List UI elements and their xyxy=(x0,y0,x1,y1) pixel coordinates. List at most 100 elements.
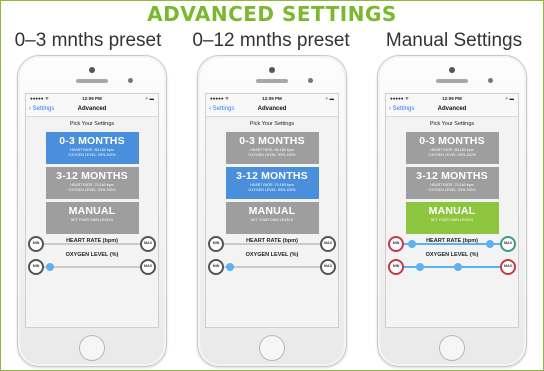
card-title: 3-12 MONTHS xyxy=(236,170,308,182)
page-title: ADVANCED SETTINGS xyxy=(147,2,397,26)
phone-0-3-preset: ●●●●● ᯤ 12:09 PM ⚡ ▬ ‹ Settings Advanced… xyxy=(17,55,167,367)
oxygen-level-slider[interactable]: MIN MAX xyxy=(208,259,336,275)
front-camera xyxy=(89,67,95,73)
oxygen-max-handle[interactable]: MAX xyxy=(320,259,336,275)
card-oxygen-level: OXYGEN LEVEL: 93%-100% xyxy=(248,188,296,193)
oxygen-min-marker[interactable] xyxy=(416,263,424,271)
heart-max-handle[interactable]: MAX xyxy=(320,236,336,252)
oxygen-min-handle[interactable]: MIN xyxy=(208,259,224,275)
home-button[interactable] xyxy=(439,335,465,361)
status-bar: ●●●●● ᯤ 12:09 PM ⚡ ▬ xyxy=(26,94,158,103)
nav-bar: ‹ Settings Advanced xyxy=(386,103,518,117)
card-heart-rate: HEART RATE: 70-160 bpm xyxy=(70,183,114,187)
slider-track xyxy=(220,266,324,268)
nav-bar: ‹ Settings Advanced xyxy=(206,103,338,117)
card-title: 0-3 MONTHS xyxy=(419,135,485,147)
proximity-sensor xyxy=(128,78,133,83)
card-subtitle: SET YOUR OWN LEVELS xyxy=(70,218,114,222)
card-heart-rate: HEART RATE: 80-180 bpm xyxy=(70,148,114,152)
slider-track xyxy=(40,266,144,268)
earpiece-speaker xyxy=(76,79,108,83)
oxygen-level-label: OXYGEN LEVEL (%) xyxy=(65,252,119,258)
status-time: 12:09 PM xyxy=(442,96,462,101)
heart-min-marker[interactable] xyxy=(408,240,416,248)
preset-card-manual[interactable]: MANUAL SET YOUR OWN LEVELS xyxy=(45,202,139,234)
oxygen-max-handle[interactable]: MAX xyxy=(140,259,156,275)
card-title: 3-12 MONTHS xyxy=(56,170,128,182)
heart-min-handle[interactable]: MIN xyxy=(388,236,404,252)
status-time: 12:09 PM xyxy=(262,96,282,101)
card-heart-rate: HEART RATE: 80-180 bpm xyxy=(430,148,474,152)
heart-min-handle[interactable]: MIN xyxy=(208,236,224,252)
card-title: MANUAL xyxy=(428,205,476,217)
status-bar: ●●●●● ᯤ 12:09 PM ⚡ ▬ xyxy=(206,94,338,103)
slider-track xyxy=(40,243,144,245)
nav-bar: ‹ Settings Advanced xyxy=(26,103,158,117)
proximity-sensor xyxy=(488,78,493,83)
status-time: 12:09 PM xyxy=(82,96,102,101)
earpiece-speaker xyxy=(256,79,288,83)
preset-card-manual[interactable]: MANUAL SET YOUR OWN LEVELS xyxy=(405,202,499,234)
phone-screen: ●●●●● ᯤ 12:09 PM ⚡ ▬ ‹ Settings Advanced… xyxy=(385,93,519,328)
card-subtitle: SET YOUR OWN LEVELS xyxy=(250,218,294,222)
preset-card-3-12-months[interactable]: 3-12 MONTHS HEART RATE: 70-160 bpm OXYGE… xyxy=(405,167,499,199)
preset-card-0-3-months[interactable]: 0-3 MONTHS HEART RATE: 80-180 bpm OXYGEN… xyxy=(405,132,499,164)
card-title: 0-3 MONTHS xyxy=(59,135,125,147)
column-label-0-12: 0–12 mnths preset xyxy=(192,30,350,51)
card-oxygen-level: OXYGEN LEVEL: 93%-100% xyxy=(428,153,476,158)
card-title: 3-12 MONTHS xyxy=(416,170,488,182)
preset-card-0-3-months[interactable]: 0-3 MONTHS HEART RATE: 80-180 bpm OXYGEN… xyxy=(225,132,319,164)
preset-card-0-3-months[interactable]: 0-3 MONTHS HEART RATE: 80-180 bpm OXYGEN… xyxy=(45,132,139,164)
pick-settings-label: Pick Your Settings xyxy=(249,121,295,127)
column-label-manual: Manual Settings xyxy=(385,30,523,51)
card-title: MANUAL xyxy=(248,205,296,217)
status-bar: ●●●●● ᯤ 12:09 PM ⚡ ▬ xyxy=(386,94,518,103)
heart-max-handle[interactable]: MAX xyxy=(140,236,156,252)
heart-rate-slider[interactable]: MIN MAX xyxy=(388,236,516,252)
heart-max-handle[interactable]: MAX xyxy=(500,236,516,252)
oxygen-level-slider[interactable]: MIN MAX xyxy=(28,259,156,275)
phone-0-12-preset: ●●●●● ᯤ 12:09 PM ⚡ ▬ ‹ Settings Advanced… xyxy=(197,55,347,367)
preset-card-3-12-months[interactable]: 3-12 MONTHS HEART RATE: 70-160 bpm OXYGE… xyxy=(225,167,319,199)
card-heart-rate: HEART RATE: 70-160 bpm xyxy=(250,183,294,187)
phone-screen: ●●●●● ᯤ 12:09 PM ⚡ ▬ ‹ Settings Advanced… xyxy=(205,93,339,328)
card-oxygen-level: OXYGEN LEVEL: 93%-100% xyxy=(68,188,116,193)
pick-settings-label: Pick Your Settings xyxy=(429,121,475,127)
oxygen-min-handle[interactable]: MIN xyxy=(388,259,404,275)
heart-min-handle[interactable]: MIN xyxy=(28,236,44,252)
column-label-0-3: 0–3 mnths preset xyxy=(14,30,162,51)
nav-title: Advanced xyxy=(257,106,287,112)
heart-rate-slider[interactable]: MIN MAX xyxy=(208,236,336,252)
battery-icon: ⚡ ▬ xyxy=(325,96,334,101)
slider-track xyxy=(220,243,324,245)
card-oxygen-level: OXYGEN LEVEL: 93%-100% xyxy=(428,188,476,193)
preset-card-manual[interactable]: MANUAL SET YOUR OWN LEVELS xyxy=(225,202,319,234)
oxygen-max-handle[interactable]: MAX xyxy=(500,259,516,275)
heart-rate-slider[interactable]: MIN MAX xyxy=(28,236,156,252)
preset-card-3-12-months[interactable]: 3-12 MONTHS HEART RATE: 70-160 bpm OXYGE… xyxy=(45,167,139,199)
card-oxygen-level: OXYGEN LEVEL: 93%-100% xyxy=(68,153,116,158)
card-heart-rate: HEART RATE: 70-160 bpm xyxy=(430,183,474,187)
card-title: 0-3 MONTHS xyxy=(239,135,305,147)
phone-screen: ●●●●● ᯤ 12:09 PM ⚡ ▬ ‹ Settings Advanced… xyxy=(25,93,159,328)
card-heart-rate: HEART RATE: 80-180 bpm xyxy=(250,148,294,152)
front-camera xyxy=(269,67,275,73)
oxygen-max-marker[interactable] xyxy=(454,263,462,271)
nav-title: Advanced xyxy=(77,106,107,112)
phone-manual-settings: ●●●●● ᯤ 12:09 PM ⚡ ▬ ‹ Settings Advanced… xyxy=(377,55,527,367)
card-subtitle: SET YOUR OWN LEVELS xyxy=(430,218,474,222)
oxygen-value-marker[interactable] xyxy=(46,263,54,271)
oxygen-value-marker[interactable] xyxy=(226,263,234,271)
home-button[interactable] xyxy=(79,335,105,361)
battery-icon: ⚡ ▬ xyxy=(505,96,514,101)
oxygen-level-label: OXYGEN LEVEL (%) xyxy=(245,252,299,258)
heart-max-marker[interactable] xyxy=(486,240,494,248)
front-camera xyxy=(449,67,455,73)
oxygen-level-slider[interactable]: MIN MAX xyxy=(388,259,516,275)
card-oxygen-level: OXYGEN LEVEL: 93%-100% xyxy=(248,153,296,158)
nav-title: Advanced xyxy=(437,106,467,112)
proximity-sensor xyxy=(308,78,313,83)
home-button[interactable] xyxy=(259,335,285,361)
oxygen-min-handle[interactable]: MIN xyxy=(28,259,44,275)
oxygen-level-label: OXYGEN LEVEL (%) xyxy=(425,252,479,258)
